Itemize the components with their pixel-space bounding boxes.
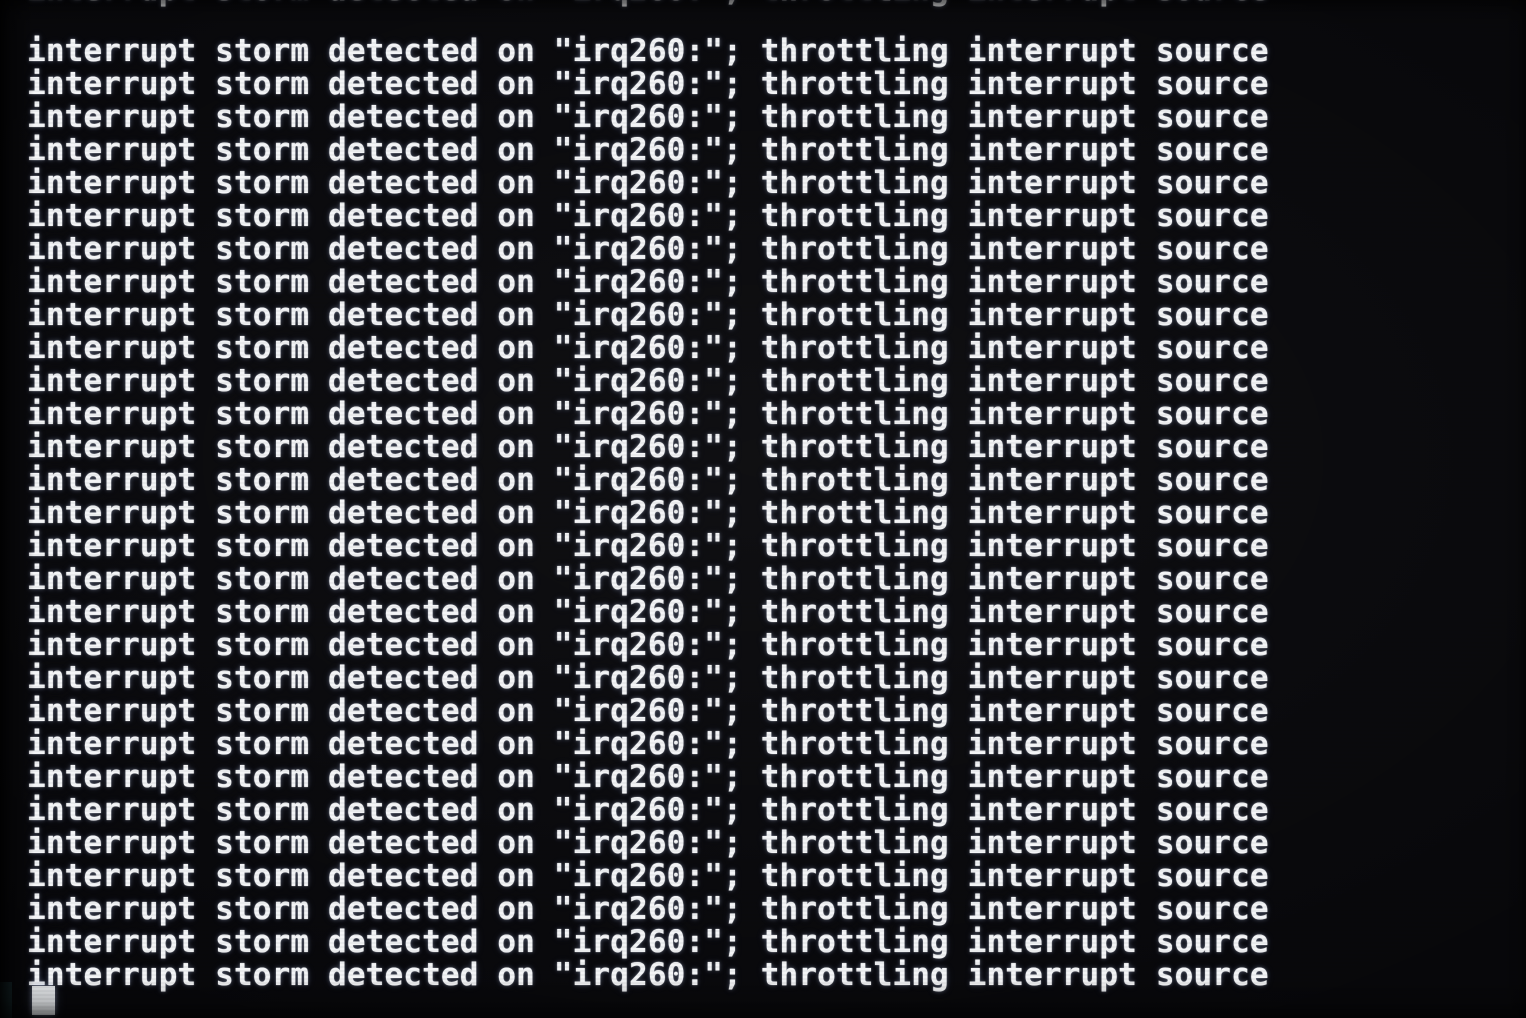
console-line: interrupt storm detected on "irq260:"; t… <box>27 297 1269 333</box>
console-line: interrupt storm detected on "irq260:"; t… <box>27 825 1269 861</box>
console-line: interrupt storm detected on "irq260:"; t… <box>27 957 1269 993</box>
console-line: interrupt storm detected on "irq260:"; t… <box>27 726 1269 762</box>
console-line: interrupt storm detected on "irq260:"; t… <box>27 33 1269 69</box>
console-line: interrupt storm detected on "irq260:"; t… <box>27 759 1269 795</box>
console-line: interrupt storm detected on "irq260:"; t… <box>27 99 1269 135</box>
monitor-photo: interrupt storm detected on "irq260:"; t… <box>0 0 1526 1018</box>
console-output[interactable]: interrupt storm detected on "irq260:"; t… <box>0 0 1526 1018</box>
console-line-partial: interrupt storm detected on "irq260:"; t… <box>27 0 1269 7</box>
console-line: interrupt storm detected on "irq260:"; t… <box>27 891 1269 927</box>
console-line: interrupt storm detected on "irq260:"; t… <box>27 231 1269 267</box>
console-line: interrupt storm detected on "irq260:"; t… <box>27 495 1269 531</box>
console-line: interrupt storm detected on "irq260:"; t… <box>27 858 1269 894</box>
console-line: interrupt storm detected on "irq260:"; t… <box>27 792 1269 828</box>
bezel-edge <box>0 982 12 1018</box>
console-line: interrupt storm detected on "irq260:"; t… <box>27 396 1269 432</box>
text-cursor[interactable] <box>32 986 55 1015</box>
console-line: interrupt storm detected on "irq260:"; t… <box>27 660 1269 696</box>
console-line: interrupt storm detected on "irq260:"; t… <box>27 363 1269 399</box>
console-line: interrupt storm detected on "irq260:"; t… <box>27 693 1269 729</box>
console-line: interrupt storm detected on "irq260:"; t… <box>27 198 1269 234</box>
console-line: interrupt storm detected on "irq260:"; t… <box>27 429 1269 465</box>
console-line: interrupt storm detected on "irq260:"; t… <box>27 462 1269 498</box>
console-line: interrupt storm detected on "irq260:"; t… <box>27 924 1269 960</box>
console-line: interrupt storm detected on "irq260:"; t… <box>27 330 1269 366</box>
console-line: interrupt storm detected on "irq260:"; t… <box>27 561 1269 597</box>
console-line: interrupt storm detected on "irq260:"; t… <box>27 594 1269 630</box>
console-line: interrupt storm detected on "irq260:"; t… <box>27 66 1269 102</box>
console-line: interrupt storm detected on "irq260:"; t… <box>27 528 1269 564</box>
console-line: interrupt storm detected on "irq260:"; t… <box>27 264 1269 300</box>
console-line: interrupt storm detected on "irq260:"; t… <box>27 132 1269 168</box>
console-line: interrupt storm detected on "irq260:"; t… <box>27 627 1269 663</box>
console-line: interrupt storm detected on "irq260:"; t… <box>27 165 1269 201</box>
